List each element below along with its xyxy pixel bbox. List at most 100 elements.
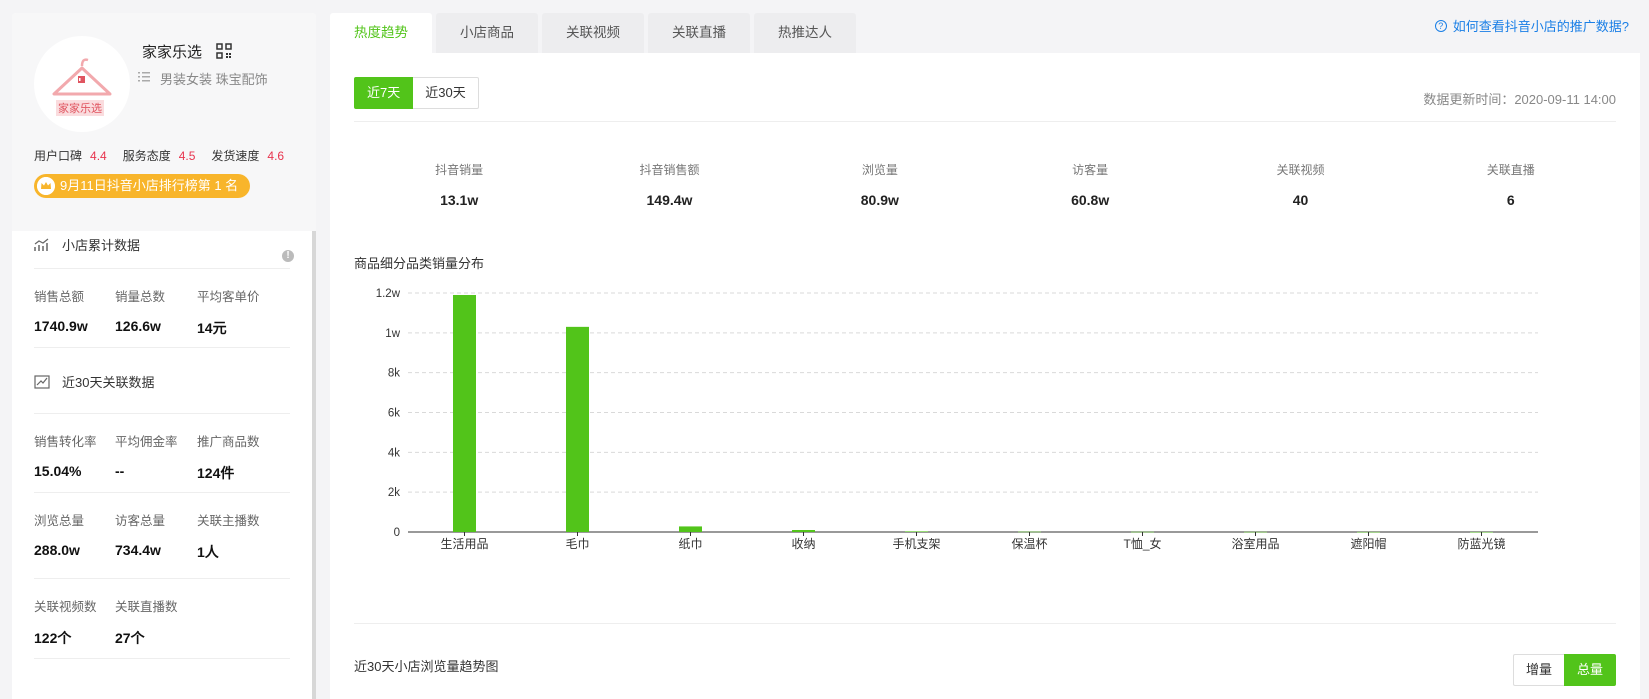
stat-label: 关联主播数 <box>197 514 260 528</box>
x-tick-label: 防蓝光镜 <box>1457 536 1505 551</box>
list-icon <box>138 72 150 82</box>
stat-commission: 平均佣金率 -- <box>115 431 178 479</box>
tab-hot-influencers[interactable]: 热推达人 <box>754 13 856 53</box>
stat-label: 平均客单价 <box>197 290 260 304</box>
range-30days-button[interactable]: 近30天 <box>413 77 479 109</box>
bar <box>566 326 589 532</box>
y-tick-label: 6k <box>388 408 400 420</box>
y-tick-label: 1w <box>385 328 400 340</box>
trend-mode-toggle: 增量 总量 <box>1512 654 1616 686</box>
stat-label: 平均佣金率 <box>115 435 178 449</box>
stat-value: -- <box>115 463 125 479</box>
metric-label: 关联视频 <box>1276 163 1325 177</box>
stat-total-sales: 销售总额 1740.9w <box>34 286 88 334</box>
trend-icon <box>34 374 50 389</box>
stat-videos: 关联视频数 122个 <box>34 596 97 648</box>
range-7days-button[interactable]: 近7天 <box>354 77 414 109</box>
stat-label: 关联直播数 <box>115 600 178 614</box>
divider <box>354 121 1616 122</box>
tab-shop-goods[interactable]: 小店商品 <box>436 13 538 53</box>
help-link-text: 如何查看抖音小店的推广数据? <box>1452 19 1629 34</box>
stat-avg-price: 平均客单价 14元 <box>197 286 260 338</box>
stat-value: 27个 <box>115 630 145 646</box>
rating-value: 4.5 <box>178 149 196 163</box>
shop-categories: 男装女装 珠宝配饰 <box>160 72 268 87</box>
tab-related-videos[interactable]: 关联视频 <box>542 13 644 53</box>
x-tick-label: 遮阳帽 <box>1350 536 1386 551</box>
hanger-logo-icon <box>52 58 112 96</box>
stat-label: 关联视频数 <box>34 600 97 614</box>
metric-views: 浏览量 80.9w <box>775 161 985 208</box>
x-tick-label: 毛巾 <box>565 537 589 551</box>
divider <box>34 658 290 659</box>
stat-label: 销量总数 <box>115 290 166 304</box>
bar <box>905 531 928 532</box>
rating-label: 发货速度 <box>211 149 260 163</box>
metric-visitors: 访客量 60.8w <box>985 161 1195 208</box>
metrics-row: 抖音销量 13.1w 抖音销售额 149.4w 浏览量 80.9w 访客量 60.8w … <box>354 161 1616 208</box>
metric-sales-amount: 抖音销售额 149.4w <box>564 161 774 208</box>
rating-service: 服务态度 4.5 <box>123 147 196 164</box>
stat-value: 734.4w <box>115 542 161 558</box>
metric-label: 浏览量 <box>861 163 898 177</box>
section-title: 近30天关联数据 <box>62 375 155 390</box>
date-range-toggle: 近7天 近30天 <box>354 77 479 109</box>
metric-label: 关联直播 <box>1486 163 1535 177</box>
stat-label: 销售总额 <box>34 290 85 304</box>
stat-value: 124件 <box>197 465 235 481</box>
recent30-header: 近30天关联数据 <box>34 372 154 391</box>
metric-value: 13.1w <box>440 192 479 208</box>
info-icon[interactable]: ! <box>282 250 294 262</box>
rating-label: 服务态度 <box>122 149 171 163</box>
stat-value: 1740.9w <box>34 318 88 334</box>
y-tick-label: 0 <box>394 527 400 539</box>
divider <box>34 268 290 269</box>
shop-ratings: 用户口碑 4.4 服务态度 4.5 发货速度 4.6 <box>34 147 300 164</box>
divider <box>34 347 290 348</box>
rank-badge[interactable]: 9月11日抖音小店排行榜第 1 名 <box>34 174 251 198</box>
stat-value: 122个 <box>34 630 72 646</box>
qr-code-icon[interactable] <box>216 43 232 59</box>
increment-button[interactable]: 增量 <box>1512 654 1564 686</box>
x-tick-label: 生活用品 <box>440 537 488 551</box>
y-tick-label: 1.2w <box>376 288 401 300</box>
help-link[interactable]: ? 如何查看抖音小店的推广数据? <box>1434 16 1629 35</box>
divider <box>34 413 290 414</box>
scrollbar[interactable] <box>312 231 316 699</box>
metric-value: 149.4w <box>646 192 693 208</box>
tab-bar: 热度趋势 小店商品 关联视频 关联直播 热推达人 <box>330 13 860 53</box>
rating-reputation: 用户口碑 4.4 <box>34 147 107 164</box>
x-tick-label: 纸巾 <box>678 537 702 551</box>
divider <box>354 623 1616 624</box>
metric-value: 60.8w <box>1071 192 1110 208</box>
shop-avatar[interactable]: 家家乐选 <box>34 36 130 132</box>
y-tick-label: 2k <box>388 487 400 499</box>
divider <box>34 492 290 493</box>
shop-info-panel: 家家乐选 家家乐选 男装女装 珠宝配饰 用户口碑 4.4 服务态度 4.5 发货速度… <box>12 13 316 699</box>
stat-value: 126.6w <box>115 318 161 334</box>
stat-label: 浏览总量 <box>34 514 85 528</box>
rating-label: 用户口碑 <box>34 149 83 163</box>
x-tick-label: 收纳 <box>791 537 815 551</box>
section-title: 小店累计数据 <box>62 238 141 253</box>
trend-title: 近30天小店浏览量趋势图 <box>354 659 499 674</box>
metric-value: 6 <box>1506 192 1515 208</box>
metric-value: 80.9w <box>860 192 899 208</box>
metric-lives: 关联直播 6 <box>1406 161 1616 208</box>
category-sales-chart: 0 2k 4k 6k 8k 1w 1.2w 生活用品 毛巾 纸巾 收纳 手机支架 保温杯 T恤_女 浴室用品… <box>376 288 1538 551</box>
tab-related-lives[interactable]: 关联直播 <box>648 13 750 53</box>
stat-total-volume: 销量总数 126.6w <box>115 286 165 334</box>
stat-label: 销售转化率 <box>34 435 97 449</box>
y-tick-label: 4k <box>388 447 400 459</box>
y-tick-label: 8k <box>388 368 400 380</box>
tab-heat-trend[interactable]: 热度趋势 <box>330 13 432 53</box>
rating-shipping: 发货速度 4.6 <box>211 147 284 164</box>
total-button[interactable]: 总量 <box>1563 654 1616 686</box>
rating-value: 4.4 <box>90 149 107 163</box>
crown-icon <box>37 177 55 195</box>
x-tick-label: 手机支架 <box>892 537 940 551</box>
logo-text: 家家乐选 <box>56 100 104 116</box>
shop-name: 家家乐选 <box>142 44 203 61</box>
x-tick-label: 保温杯 <box>1011 537 1047 551</box>
metric-label: 抖音销量 <box>435 163 484 177</box>
